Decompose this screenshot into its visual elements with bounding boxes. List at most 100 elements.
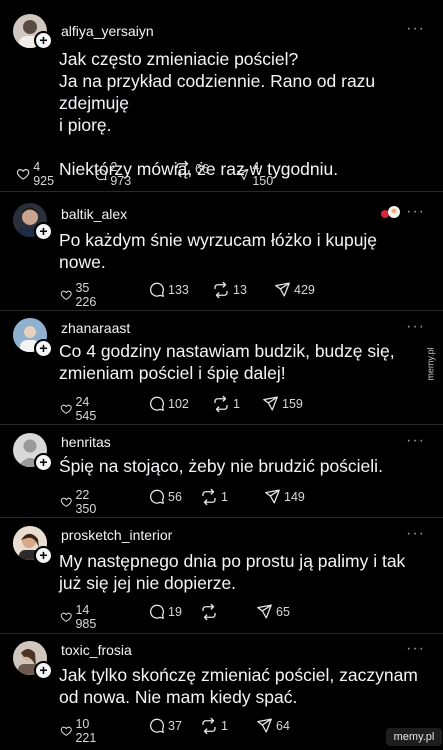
repost-button[interactable]: 1: [212, 395, 240, 413]
follow-plus-icon[interactable]: +: [34, 661, 53, 680]
post-text-line: nowe.: [59, 252, 106, 272]
share-button[interactable]: 64: [256, 717, 290, 734]
repost-count: 1: [221, 719, 228, 733]
post-text: My następnego dnia po prostu ją palimy i…: [59, 550, 405, 594]
post-text-line: zmieniam pościel i śpię dalej!: [59, 363, 286, 383]
like-button[interactable]: 10 221: [60, 717, 102, 745]
share-count: 65: [276, 604, 290, 619]
more-options-icon[interactable]: ···: [406, 525, 425, 543]
follow-plus-icon[interactable]: +: [34, 222, 53, 241]
heart-icon: [60, 286, 72, 304]
share-count: 159: [282, 396, 303, 411]
follow-plus-icon[interactable]: +: [34, 453, 53, 472]
heart-icon: [60, 400, 72, 418]
divider: [0, 424, 443, 425]
like-button[interactable]: 22 350: [60, 488, 102, 516]
like-button[interactable]: 4 925: [16, 160, 58, 188]
comment-button[interactable]: 37: [148, 717, 182, 734]
heart-icon: [16, 165, 30, 183]
comment-icon: [148, 395, 165, 412]
like-button[interactable]: 14 985: [60, 603, 102, 631]
side-watermark-text: memy.pl: [425, 347, 436, 381]
repost-icon: [200, 488, 218, 506]
username[interactable]: henritas: [61, 434, 111, 450]
username[interactable]: prosketch_interior: [61, 527, 172, 543]
share-icon: [274, 281, 291, 298]
repost-icon: [200, 717, 218, 735]
comment-icon: [148, 281, 165, 298]
comment-button[interactable]: 19: [148, 603, 182, 620]
follow-plus-icon[interactable]: +: [34, 546, 53, 565]
divider: [0, 191, 443, 192]
share-count: 429: [294, 282, 315, 297]
follow-plus-icon[interactable]: +: [34, 339, 53, 358]
repost-count: 66: [195, 162, 209, 176]
more-options-icon[interactable]: ···: [406, 318, 425, 336]
comment-button[interactable]: 2 973: [94, 160, 135, 188]
repost-icon: [212, 281, 230, 299]
comment-count: 37: [168, 718, 182, 733]
repost-button[interactable]: [200, 603, 221, 621]
comment-count: 56: [168, 489, 182, 504]
post-text: Jak tylko skończę zmieniać pościel, zacz…: [59, 664, 418, 708]
repost-count: 1: [233, 397, 240, 411]
post-text-line: od nowa. Nie mam kiedy spać.: [59, 687, 298, 707]
post-text-line: Jak tylko skończę zmieniać pościel, zacz…: [59, 665, 418, 685]
divider: [0, 310, 443, 311]
post-text-line: My następnego dnia po prostu ją palimy i…: [59, 551, 406, 571]
heart-icon: [60, 493, 72, 511]
post-text: Co 4 godziny nastawiam budzik, budzę się…: [59, 340, 395, 384]
repost-button[interactable]: 13: [212, 281, 247, 299]
comment-count: 19: [168, 604, 182, 619]
follow-plus-icon[interactable]: +: [34, 31, 53, 50]
like-count: 14 985: [75, 603, 97, 631]
divider: [0, 633, 443, 634]
username[interactable]: zhanaraast: [61, 320, 130, 336]
repost-count: 1: [221, 490, 228, 504]
repost-icon: [174, 160, 192, 178]
share-icon: [264, 488, 281, 505]
username[interactable]: alfiya_yersaiyn: [61, 23, 154, 39]
like-button[interactable]: 35 226: [60, 281, 102, 309]
side-watermark: memy.pl: [426, 345, 440, 385]
comment-icon: [94, 166, 107, 183]
comment-icon: [148, 488, 165, 505]
divider: [0, 517, 443, 518]
more-options-icon[interactable]: ···: [406, 432, 425, 450]
heart-icon: [60, 608, 72, 626]
share-button[interactable]: 159: [262, 395, 303, 412]
like-count: 24 545: [75, 395, 97, 423]
more-options-icon[interactable]: ···: [406, 20, 425, 38]
share-button[interactable]: 149: [264, 488, 305, 505]
like-count: 4 925: [33, 160, 55, 188]
post-text-line: Ja na przykład codziennie. Rano od razu …: [59, 71, 376, 113]
comment-count: 102: [168, 396, 189, 411]
comment-button[interactable]: 56: [148, 488, 182, 505]
like-count: 22 350: [75, 488, 97, 516]
repost-button[interactable]: 1: [200, 717, 228, 735]
post-text-line: i piorę.: [59, 115, 112, 135]
username[interactable]: toxic_frosia: [61, 642, 132, 658]
more-options-icon[interactable]: ···: [406, 203, 425, 221]
repost-icon: [212, 395, 230, 413]
post-text: Śpię na stojąco, żeby nie brudzić poście…: [59, 455, 383, 477]
more-options-icon[interactable]: ···: [406, 640, 425, 658]
share-count: 4 150: [252, 160, 274, 188]
comment-count: 133: [168, 282, 189, 297]
heart-icon: [60, 722, 72, 740]
share-button[interactable]: 429: [274, 281, 315, 298]
share-icon: [262, 395, 279, 412]
repost-button[interactable]: 66: [174, 160, 209, 178]
post-text-line: Po każdym śnie wyrzucam łóżko i kupuję: [59, 230, 378, 250]
repost-button[interactable]: 1: [200, 488, 228, 506]
comment-button[interactable]: 133: [148, 281, 189, 298]
username[interactable]: baltik_alex: [61, 206, 127, 222]
share-icon: [256, 603, 273, 620]
comment-button[interactable]: 102: [148, 395, 189, 412]
repost-count: 13: [233, 283, 247, 297]
share-icon: [236, 166, 249, 183]
like-button[interactable]: 24 545: [60, 395, 102, 423]
share-button[interactable]: 65: [256, 603, 290, 620]
share-button[interactable]: 4 150: [236, 160, 277, 188]
post-text-line: Śpię na stojąco, żeby nie brudzić poście…: [59, 456, 383, 476]
